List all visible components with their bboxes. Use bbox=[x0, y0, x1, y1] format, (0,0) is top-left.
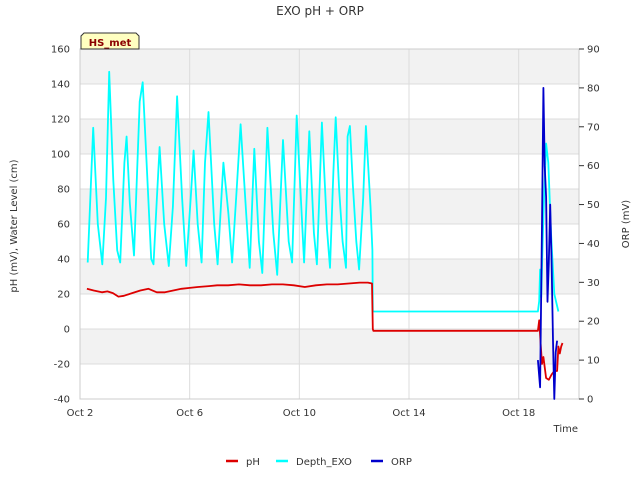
right-axis-ticks: 0 10 20 30 40 50 60 70 80 90 bbox=[579, 45, 600, 406]
left-tick-label: 40 bbox=[57, 255, 70, 266]
x-axis-title: Time bbox=[553, 424, 578, 435]
right-tick-label: 70 bbox=[587, 122, 600, 133]
right-tick-label: 10 bbox=[587, 356, 600, 367]
x-tick-label: Oct 10 bbox=[283, 408, 316, 419]
x-axis-ticks: Oct 2 Oct 6 Oct 10 Oct 14 Oct 18 bbox=[67, 408, 536, 419]
plot-band bbox=[80, 49, 579, 84]
left-tick-label: 60 bbox=[57, 220, 70, 231]
left-tick-label: -40 bbox=[54, 395, 70, 406]
plot-band bbox=[80, 189, 579, 224]
left-tick-label: 140 bbox=[51, 80, 70, 91]
left-axis-ticks: -40 -20 0 20 40 60 80 100 120 140 160 bbox=[51, 45, 70, 406]
right-tick-label: 30 bbox=[587, 278, 600, 289]
left-tick-label: 100 bbox=[51, 150, 70, 161]
plot-band bbox=[80, 329, 579, 364]
plot-bands bbox=[80, 49, 579, 364]
left-tick-label: 80 bbox=[57, 185, 70, 196]
right-axis-title: ORP (mV) bbox=[621, 200, 632, 249]
station-badge-label: HS_met bbox=[89, 38, 132, 49]
left-tick-label: 160 bbox=[51, 45, 70, 56]
x-tick-label: Oct 14 bbox=[392, 408, 425, 419]
x-tick-label: Oct 6 bbox=[176, 408, 203, 419]
legend-label: ORP bbox=[391, 457, 412, 468]
right-tick-label: 50 bbox=[587, 200, 600, 211]
x-tick-label: Oct 2 bbox=[67, 408, 94, 419]
right-tick-label: 20 bbox=[587, 317, 600, 328]
station-badge: HS_met bbox=[80, 32, 140, 50]
right-tick-label: 60 bbox=[587, 161, 600, 172]
right-tick-label: 90 bbox=[587, 45, 600, 56]
left-tick-label: 120 bbox=[51, 115, 70, 126]
plot-band bbox=[80, 119, 579, 154]
legend-label: Depth_EXO bbox=[296, 457, 352, 468]
left-axis-title: pH (mV), Water Level (cm) bbox=[9, 159, 20, 292]
x-tick-label: Oct 18 bbox=[502, 408, 535, 419]
right-tick-label: 80 bbox=[587, 83, 600, 94]
legend-label: pH bbox=[246, 457, 260, 468]
left-tick-label: -20 bbox=[54, 360, 70, 371]
left-tick-label: 20 bbox=[57, 290, 70, 301]
chart: -40 -20 0 20 40 60 80 100 120 140 160 0 10 20 30 40 50 6… bbox=[9, 4, 632, 468]
right-tick-label: 40 bbox=[587, 239, 600, 250]
left-tick-label: 0 bbox=[64, 325, 70, 336]
chart-title: EXO pH + ORP bbox=[276, 4, 364, 18]
legend: pH Depth_EXO ORP bbox=[226, 457, 412, 468]
right-tick-label: 0 bbox=[587, 395, 593, 406]
